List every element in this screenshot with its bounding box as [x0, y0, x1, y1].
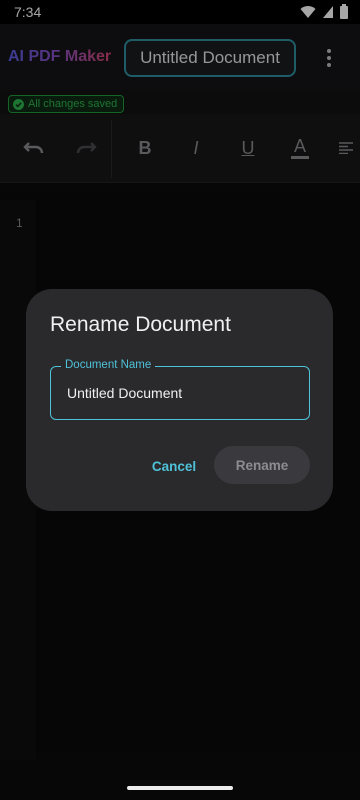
rename-dialog: Rename Document Document Name Cancel Ren…: [26, 289, 333, 511]
rename-button[interactable]: Rename: [214, 446, 310, 484]
document-name-input[interactable]: [65, 379, 289, 407]
document-name-label: Document Name: [61, 359, 156, 371]
document-name-field[interactable]: Document Name: [50, 359, 310, 420]
cancel-button[interactable]: Cancel: [144, 447, 204, 485]
home-indicator[interactable]: [127, 786, 233, 790]
dialog-title: Rename Document: [50, 313, 231, 336]
